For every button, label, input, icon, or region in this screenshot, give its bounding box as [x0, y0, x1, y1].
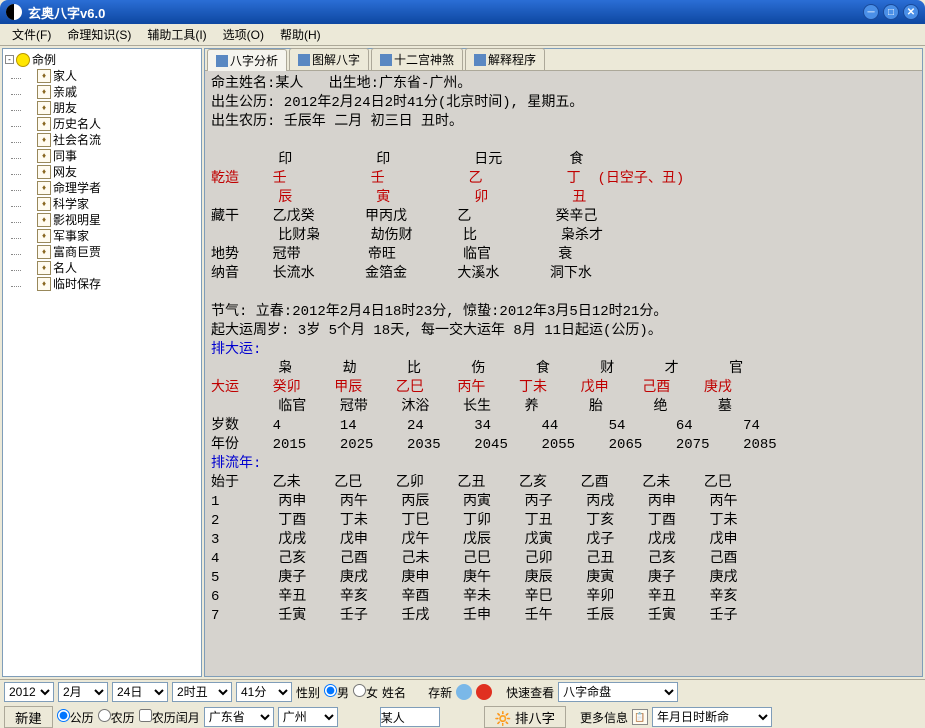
tree-item[interactable]: ♦社会名流 [5, 132, 199, 148]
tree-item[interactable]: ♦军事家 [5, 228, 199, 244]
maximize-button[interactable]: □ [883, 4, 899, 20]
tree-item-label: 社会名流 [53, 132, 101, 148]
tab-icon [298, 54, 310, 66]
sex-label: 性别 [296, 684, 320, 701]
tree-root[interactable]: - 命例 [5, 51, 199, 68]
window-title: 玄奥八字v6.0 [28, 3, 105, 22]
city-select[interactable]: 广州 [278, 707, 338, 727]
title-bar: 玄奥八字v6.0 ─ □ ✕ [0, 0, 925, 24]
tab-bar: 八字分析 图解八字 十二宫神煞 解释程序 [205, 49, 922, 71]
male-radio[interactable]: 男 [324, 684, 349, 701]
day-select[interactable]: 24日 [112, 682, 168, 702]
nongli-radio[interactable]: 农历 [98, 709, 135, 726]
tree-item-label: 科学家 [53, 196, 89, 212]
tab-bazi-analysis[interactable]: 八字分析 [207, 49, 287, 71]
folder-icon: ♦ [37, 197, 51, 211]
folder-icon: ♦ [37, 117, 51, 131]
tree-item-label: 同事 [53, 148, 77, 164]
kscz-label: 快速查看 [506, 684, 554, 701]
runyue-checkbox[interactable]: 农历闰月 [139, 709, 200, 726]
month-select[interactable]: 2月 [58, 682, 108, 702]
tree-item-label: 临时保存 [53, 276, 101, 292]
menu-file[interactable]: 文件(F) [4, 24, 59, 45]
close-button[interactable]: ✕ [903, 4, 919, 20]
tree-item[interactable]: ♦网友 [5, 164, 199, 180]
menu-options[interactable]: 选项(O) [215, 24, 272, 45]
tree-item[interactable]: ♦历史名人 [5, 116, 199, 132]
menu-bar: 文件(F) 命理知识(S) 辅助工具(I) 选项(O) 帮助(H) [0, 24, 925, 46]
folder-icon: ♦ [37, 165, 51, 179]
folder-icon: ♦ [37, 245, 51, 259]
tree-item[interactable]: ♦名人 [5, 260, 199, 276]
tab-icon [216, 55, 228, 67]
tab-icon [380, 54, 392, 66]
folder-icon: ♦ [37, 261, 51, 275]
tree-item-label: 历史名人 [53, 116, 101, 132]
tab-icon [474, 54, 486, 66]
folder-icon: ♦ [37, 213, 51, 227]
moreinfo-select[interactable]: 年月日时断命 [652, 707, 772, 727]
tab-tujiebazi[interactable]: 图解八字 [289, 48, 369, 70]
tree-item[interactable]: ♦临时保存 [5, 276, 199, 292]
smiley-icon [16, 53, 30, 67]
gdxx-label: 更多信息 [580, 709, 628, 726]
tab-jieshi[interactable]: 解释程序 [465, 48, 545, 70]
tree-item[interactable]: ♦家人 [5, 68, 199, 84]
tree-item-label: 影视明星 [53, 212, 101, 228]
tree-item[interactable]: ♦影视明星 [5, 212, 199, 228]
tree-item-label: 亲戚 [53, 84, 77, 100]
folder-icon: ♦ [37, 85, 51, 99]
province-select[interactable]: 广东省 [204, 707, 274, 727]
year-select[interactable]: 2012 [4, 682, 54, 702]
tree-item[interactable]: ♦亲戚 [5, 84, 199, 100]
folder-icon: ♦ [37, 229, 51, 243]
folder-icon: ♦ [37, 101, 51, 115]
tree-item-label: 名人 [53, 260, 77, 276]
folder-icon: ♦ [37, 69, 51, 83]
tree-item[interactable]: ♦朋友 [5, 100, 199, 116]
name-label: 姓名 [382, 684, 406, 701]
hour-select[interactable]: 2时丑 [172, 682, 232, 702]
tree-item[interactable]: ♦同事 [5, 148, 199, 164]
cunxin-label: 存新 [428, 684, 452, 701]
content-area: 命主姓名:某人 出生地:广东省-广州。 出生公历: 2012年2月24日2时41… [205, 71, 922, 676]
name-input[interactable] [380, 707, 440, 727]
tree-item[interactable]: ♦富商巨贾 [5, 244, 199, 260]
refresh-icon[interactable] [456, 684, 472, 700]
tab-shiergong[interactable]: 十二宫神煞 [371, 48, 463, 70]
collapse-icon[interactable]: - [5, 55, 14, 64]
menu-tools[interactable]: 辅助工具(I) [139, 24, 214, 45]
tree-panel: - 命例 ♦家人♦亲戚♦朋友♦历史名人♦社会名流♦同事♦网友♦命理学者♦科学家♦… [2, 48, 202, 677]
folder-icon: ♦ [37, 277, 51, 291]
menu-help[interactable]: 帮助(H) [272, 24, 329, 45]
tree-item-label: 军事家 [53, 228, 89, 244]
app-icon [6, 4, 22, 20]
female-radio[interactable]: 女 [353, 684, 378, 701]
tree-root-label: 命例 [32, 51, 56, 68]
menu-knowledge[interactable]: 命理知识(S) [59, 24, 139, 45]
gongli-radio[interactable]: 公历 [57, 709, 94, 726]
tree-item-label: 朋友 [53, 100, 77, 116]
calendar-icon[interactable]: 📋 [632, 709, 648, 725]
right-panel: 八字分析 图解八字 十二宫神煞 解释程序 命主姓名:某人 出生地:广东省-广州。… [204, 48, 923, 677]
tree-item[interactable]: ♦命理学者 [5, 180, 199, 196]
tree-item[interactable]: ♦科学家 [5, 196, 199, 212]
tree-item-label: 家人 [53, 68, 77, 84]
tree-item-label: 富商巨贾 [53, 244, 101, 260]
quicklook-select[interactable]: 八字命盘 [558, 682, 678, 702]
stop-icon[interactable] [476, 684, 492, 700]
tree-item-label: 命理学者 [53, 180, 101, 196]
folder-icon: ♦ [37, 149, 51, 163]
minimize-button[interactable]: ─ [863, 4, 879, 20]
bottom-toolbar: 2012 2月 24日 2时丑 41分 性别 男 女 姓名 存新 快速查看 八字… [0, 679, 925, 723]
tree-item-label: 网友 [53, 164, 77, 180]
minute-select[interactable]: 41分 [236, 682, 292, 702]
folder-icon: ♦ [37, 181, 51, 195]
folder-icon: ♦ [37, 133, 51, 147]
